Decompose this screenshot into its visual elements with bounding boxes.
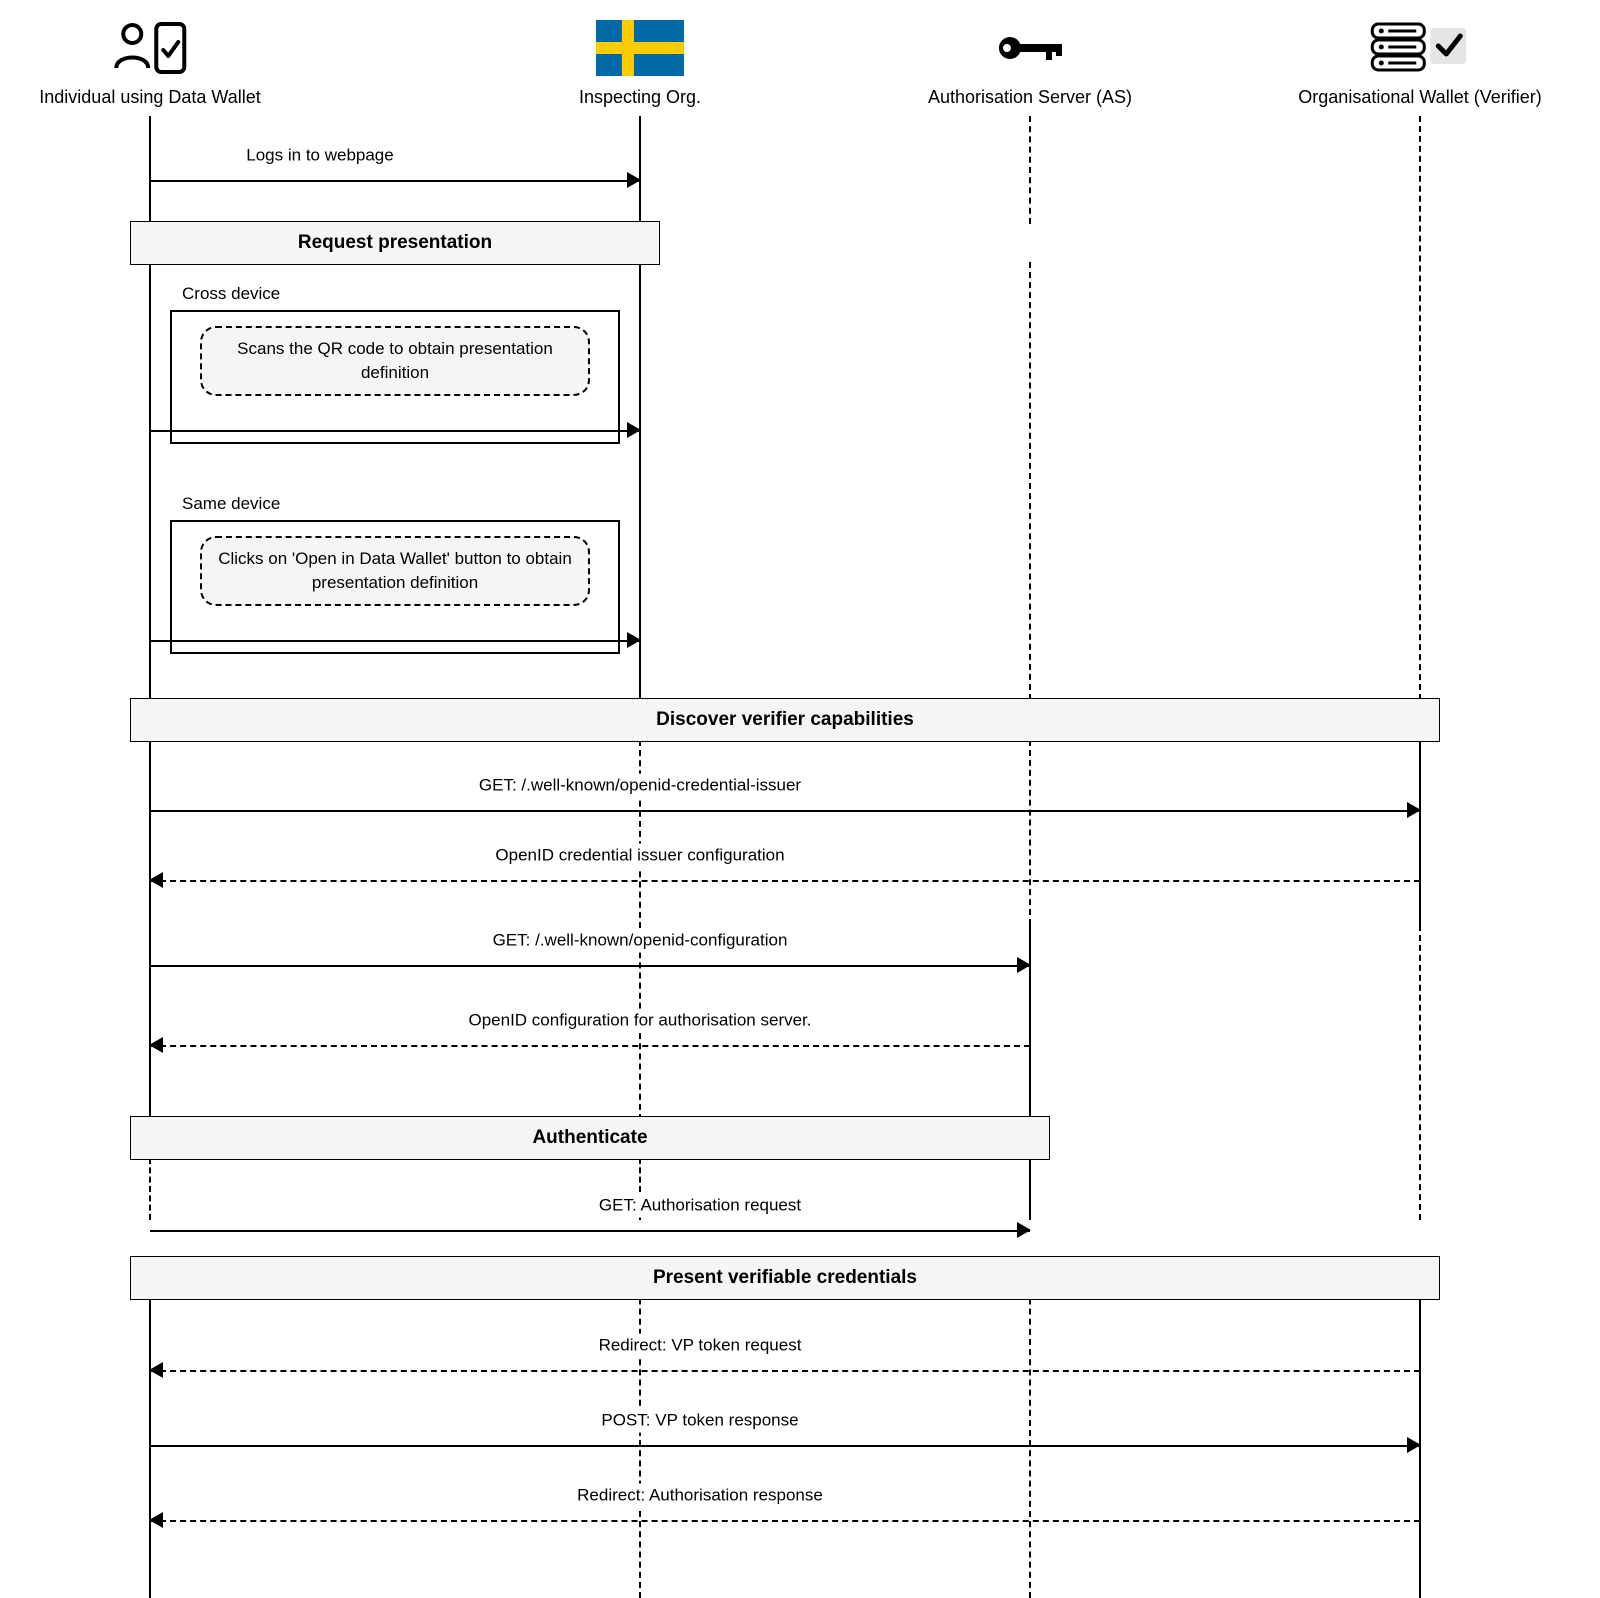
section-discover: Discover verifier capabilities [130,698,1440,742]
msg-openid-config-label: OpenID configuration for authorisation s… [458,1009,821,1033]
server-check-icon [1370,20,1470,81]
lifeline-individual [149,1158,151,1220]
lifeline-as [1029,1158,1031,1220]
msg-auth-response [150,1510,1420,1530]
lifeline-verifier [1419,116,1421,700]
msg-login [150,170,640,190]
msg-openid-config [150,1035,1030,1055]
actor-label-individual: Individual using Data Wallet [39,87,260,108]
alt-label-cross: Cross device [182,284,280,304]
actor-label-verifier: Organisational Wallet (Verifier) [1298,87,1541,108]
msg-vp-request-label: Redirect: VP token request [589,1334,812,1358]
msg-vp-request [150,1360,1420,1380]
lifeline-verifier [1419,740,1421,925]
msg-get-openid [150,955,1030,975]
lifeline-as [1029,262,1031,700]
lifeline-individual [149,1258,151,1598]
actor-label-inspecting: Inspecting Org. [579,87,701,108]
msg-issuer-config-label: OpenID credential issuer configuration [485,844,794,868]
msg-click-open-arrow [150,630,640,650]
actor-label-as: Authorisation Server (AS) [928,87,1132,108]
lifeline-as [1029,116,1031,224]
lifeline-as [1029,740,1031,925]
actor-individual: Individual using Data Wallet [39,20,260,108]
msg-auth-request [150,1220,1030,1240]
actor-verifier: Organisational Wallet (Verifier) [1298,20,1541,108]
lifeline-individual [149,740,151,1120]
section-request-presentation: Request presentation [130,221,660,265]
note-scan-qr: Scans the QR code to obtain presentation… [200,326,590,396]
section-authenticate: Authenticate [130,1116,1050,1160]
msg-vp-response [150,1435,1420,1455]
lifeline-verifier [1419,925,1421,1220]
msg-get-openid-label: GET: /.well-known/openid-configuration [483,929,798,953]
actor-authorisation-server: Authorisation Server (AS) [928,20,1132,108]
msg-vp-response-label: POST: VP token response [591,1409,808,1433]
lifeline-verifier [1419,1258,1421,1598]
key-icon [992,20,1068,81]
msg-login-label: Logs in to webpage [236,144,403,168]
msg-scan-qr-arrow [150,420,640,440]
user-phone-icon [110,20,190,81]
msg-issuer-config [150,870,1420,890]
msg-get-issuer [150,800,1420,820]
note-click-open: Clicks on 'Open in Data Wallet' button t… [200,536,590,606]
msg-get-issuer-label: GET: /.well-known/openid-credential-issu… [469,774,811,798]
actor-inspecting-org: Inspecting Org. [579,20,701,108]
section-present: Present verifiable credentials [130,1256,1440,1300]
msg-auth-request-label: GET: Authorisation request [589,1194,811,1218]
lifeline-as [1029,1258,1031,1598]
alt-label-same: Same device [182,494,280,514]
swedish-flag-icon [596,20,684,81]
sequence-diagram: Individual using Data Wallet Inspecting … [0,0,1600,1598]
msg-auth-response-label: Redirect: Authorisation response [567,1484,833,1508]
